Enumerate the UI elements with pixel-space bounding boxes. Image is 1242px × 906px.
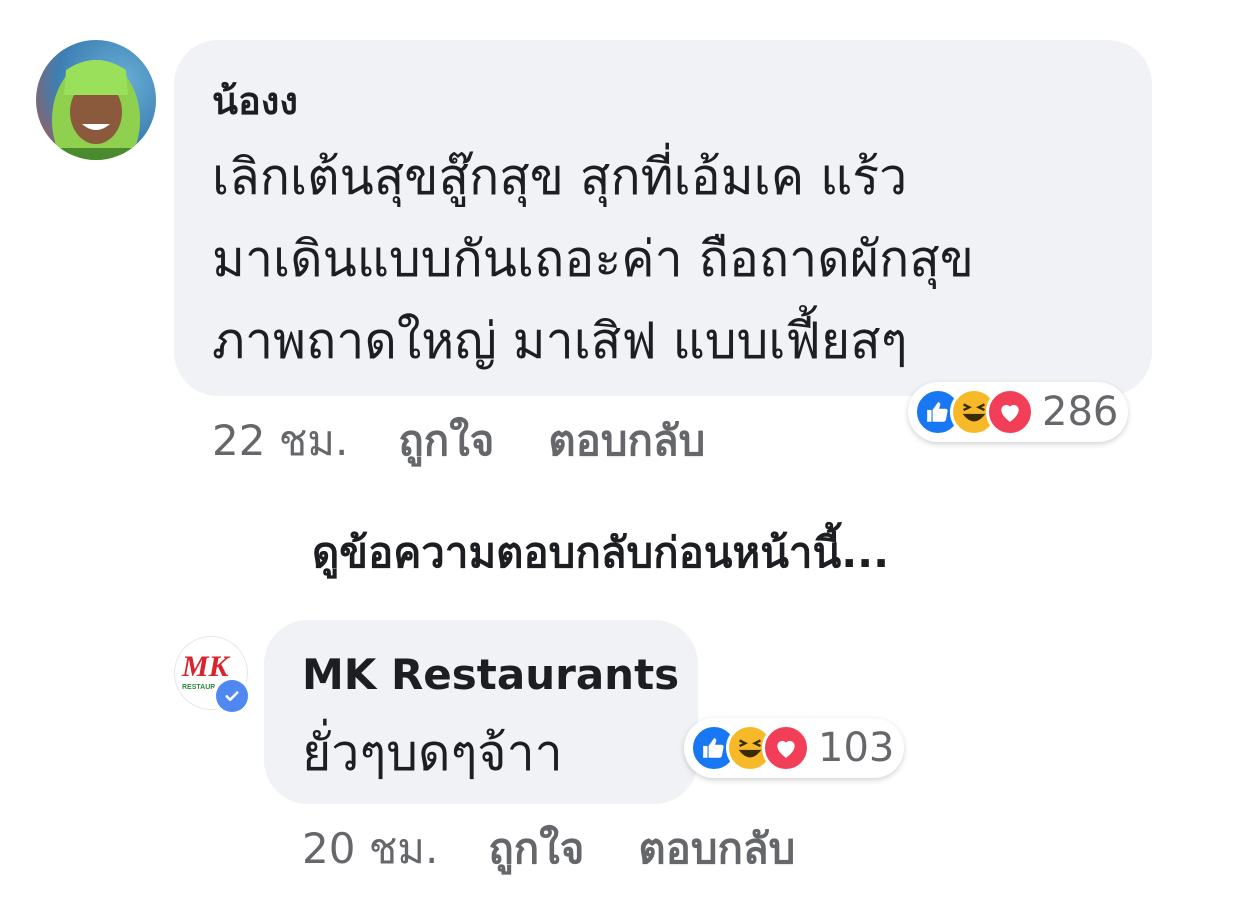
verified-badge-icon <box>212 676 252 716</box>
love-icon <box>986 388 1034 436</box>
reply-button[interactable]: ตอบกลับ <box>548 408 705 474</box>
profile-photo <box>36 60 156 160</box>
reactions-summary[interactable]: 286 <box>908 382 1129 442</box>
view-previous-replies-link[interactable]: ดูข้อความตอบกลับก่อนหน้านี้... <box>312 520 889 586</box>
comment-actions: 22 ชม. ถูกใจ ตอบกลับ <box>212 408 705 474</box>
comment-text: ยั่วๆบดๆจ้าา <box>302 724 563 782</box>
like-button[interactable]: ถูกใจ <box>488 816 584 882</box>
like-button[interactable]: ถูกใจ <box>398 408 494 474</box>
reactions-summary[interactable]: 103 <box>684 718 905 778</box>
reaction-count: 103 <box>818 725 895 771</box>
comment-thread: น้องง เลิกเต้นสุขสู๊กสุข สุกที่เอ้มเค แร… <box>0 0 1242 906</box>
reply-button[interactable]: ตอบกลับ <box>638 816 795 882</box>
comment-author[interactable]: น้องง <box>212 70 298 131</box>
comment-author[interactable]: MK Restaurants <box>302 650 679 699</box>
comment-timestamp[interactable]: 22 ชม. <box>212 408 348 474</box>
love-icon <box>762 724 810 772</box>
avatar[interactable] <box>36 40 156 160</box>
comment-actions: 20 ชม. ถูกใจ ตอบกลับ <box>302 816 795 882</box>
reaction-count: 286 <box>1042 389 1119 435</box>
comment-timestamp[interactable]: 20 ชม. <box>302 816 438 882</box>
comment-text: เลิกเต้นสุขสู๊กสุข สุกที่เอ้มเค แร้ว มาเ… <box>212 148 974 370</box>
